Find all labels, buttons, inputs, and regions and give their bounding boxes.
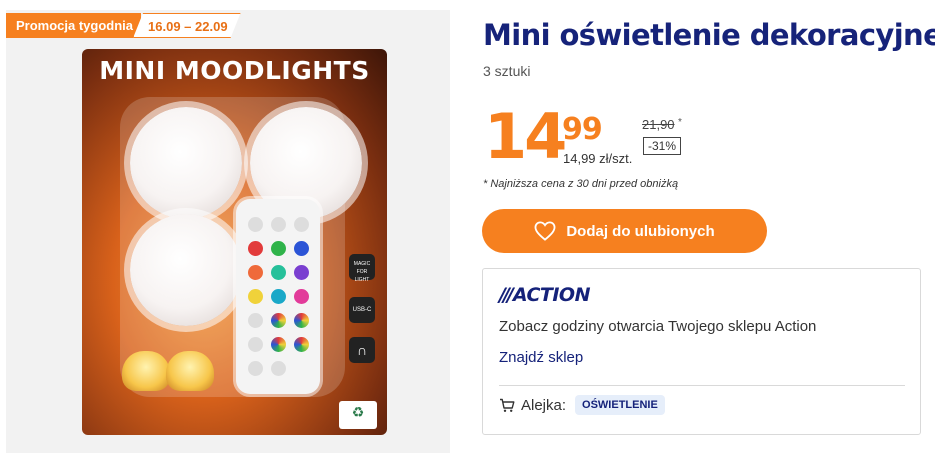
promo-dates: 16.09 – 22.09	[133, 13, 241, 38]
price-decimal: 99	[562, 112, 603, 147]
action-logo: ///ACTION	[499, 284, 590, 306]
magnet-icon: ∩	[349, 337, 375, 363]
product-image-panel[interactable]: MINI MOODLIGHTS MAGIC FOR LIGHT USB-C ∩ …	[6, 10, 450, 453]
product-title: Mini oświetlenie dekoracyjne	[483, 18, 935, 52]
heart-icon	[534, 221, 556, 241]
recycle-icon: ♻	[339, 401, 377, 429]
product-package-image: MINI MOODLIGHTS MAGIC FOR LIGHT USB-C ∩ …	[82, 49, 387, 435]
unit-price: 14,99 zł/szt.	[563, 151, 633, 166]
aisle-badge[interactable]: OŚWIETLENIE	[575, 395, 665, 415]
lamp-illustration-1	[122, 351, 170, 391]
moodlight-1	[130, 107, 242, 219]
remote-control	[236, 199, 320, 394]
price-integer: 14	[484, 100, 567, 173]
magic-light-icon: MAGIC FOR LIGHT	[349, 254, 375, 283]
store-card: ///ACTION Zobacz godziny otwarcia Twojeg…	[482, 268, 921, 435]
cart-icon	[500, 398, 515, 412]
moodlight-3	[130, 214, 242, 326]
add-to-favorites-button[interactable]: Dodaj do ulubionych	[482, 209, 767, 253]
add-to-favorites-label: Dodaj do ulubionych	[566, 222, 715, 240]
aisle-row: Alejka: OŚWIETLENIE	[499, 395, 665, 415]
aisle-label: Alejka:	[521, 396, 567, 414]
price-footnote: * Najniższa cena z 30 dni przed obniżką	[483, 178, 679, 190]
promo-label: Promocja tygodnia	[6, 13, 142, 38]
usb-c-icon: USB-C	[349, 297, 375, 323]
store-hours-text: Zobacz godziny otwarcia Twojego sklepu A…	[499, 318, 817, 335]
discount-badge: -31%	[643, 137, 682, 155]
old-price: 21,90	[642, 117, 675, 132]
divider	[499, 385, 905, 386]
promo-banner: Promocja tygodnia 16.09 – 22.09	[6, 13, 241, 38]
product-quantity: 3 sztuki	[483, 63, 531, 79]
lamp-illustration-2	[166, 351, 214, 391]
find-store-link[interactable]: Znajdź sklep	[499, 349, 583, 366]
package-title: MINI MOODLIGHTS	[99, 56, 370, 85]
old-price-marker: *	[678, 117, 682, 128]
